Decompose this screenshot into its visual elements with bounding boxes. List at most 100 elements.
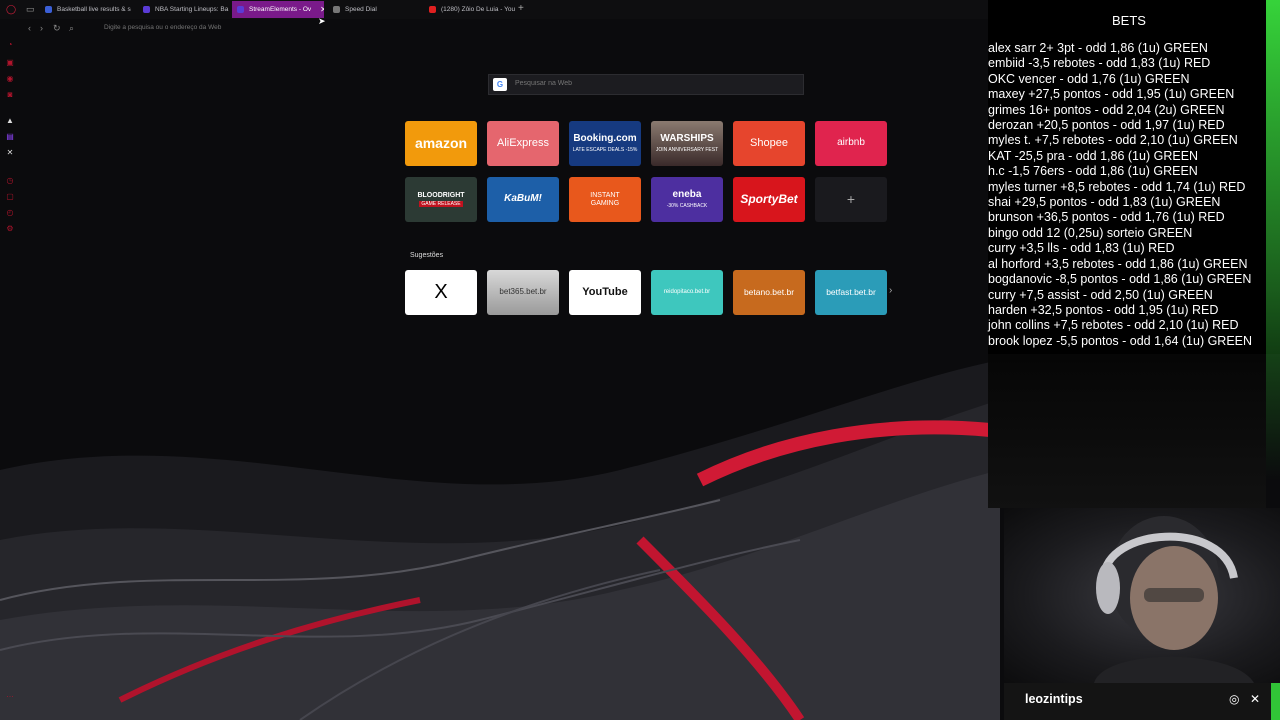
address-input[interactable] xyxy=(102,23,506,32)
plus-icon: + xyxy=(846,191,856,208)
tab-label: Basketball live results & s xyxy=(57,6,131,13)
tile-label: betano.bet.br xyxy=(743,287,795,298)
tab-favicon-icon xyxy=(429,6,436,13)
bet-item: brunson +36,5 pontos - odd 1,76 (1u) RED xyxy=(988,210,1225,225)
bet-item: myles t. +7,5 rebotes - odd 2,10 (1u) GR… xyxy=(988,133,1238,148)
tab-nba-lineups[interactable]: NBA Starting Lineups: Ba xyxy=(138,1,230,18)
speed-dial-booking[interactable]: Booking.com LATE ESCAPE DEALS -15% xyxy=(569,121,641,166)
bet-item: bogdanovic -8,5 pontos - odd 1,86 (1u) G… xyxy=(988,272,1252,287)
speed-dial-betano[interactable]: betano.bet.br xyxy=(733,270,805,315)
address-bar: ‹ › ↻ ⌕ xyxy=(20,21,988,37)
sidebar: ◔ ▣ ◉ ◙ ▲ ▤ ✕ ◷ ▢ ◴ ⚙ … xyxy=(0,30,20,720)
bet-item: bingo odd 12 (0,25u) sorteio GREEN xyxy=(988,225,1193,240)
sidebar-history-icon[interactable]: ◴ xyxy=(5,208,15,218)
bet-item: curry +7,5 assist - odd 2,50 (1u) GREEN xyxy=(988,287,1213,302)
tile-sublabel: LATE ESCAPE DEALS -15% xyxy=(572,146,638,153)
tile-sublabel: JOIN ANNIVERSARY FEST xyxy=(655,146,719,153)
tab-basketball[interactable]: Basketball live results & s xyxy=(40,1,132,18)
overlay-accent-bar xyxy=(1266,0,1280,480)
web-search-box[interactable]: G xyxy=(488,74,804,95)
speed-dial-shopee[interactable]: Shopee xyxy=(733,121,805,166)
search-input[interactable] xyxy=(513,79,797,88)
speed-dial-warships[interactable]: WARSHIPS JOIN ANNIVERSARY FEST xyxy=(651,121,723,166)
streamer-image xyxy=(1094,516,1254,683)
tab-favicon-icon xyxy=(45,6,52,13)
bet-item: maxey +27,5 pontos - odd 1,95 (1u) GREEN xyxy=(988,87,1235,102)
forward-arrow-icon[interactable]: › xyxy=(40,23,43,33)
bet-item: myles turner +8,5 rebotes - odd 1,74 (1u… xyxy=(988,179,1246,194)
speed-dial-x[interactable]: X xyxy=(405,270,477,315)
sidebar-ai-icon[interactable]: ◔ xyxy=(5,40,15,50)
new-tab-plus-icon[interactable]: + xyxy=(518,3,524,14)
bets-panel: BETS alex sarr 2+ 3pt - odd 1,86 (1u) GR… xyxy=(988,0,1280,354)
tab-youtube[interactable]: (1280) Zôio De Luia - You xyxy=(424,1,516,18)
speed-dial-reidopitaco[interactable]: reidopitaco.bet.br xyxy=(651,270,723,315)
reload-icon[interactable]: ↻ xyxy=(53,23,61,34)
speed-dial-bloodright[interactable]: BLOODRIGHT GAME RELEASE xyxy=(405,177,477,222)
tab-label: NBA Starting Lineups: Ba xyxy=(155,6,229,13)
tab-favicon-icon xyxy=(143,6,150,13)
speed-dial-instant-gaming[interactable]: INSTANT GAMING xyxy=(569,177,641,222)
chevron-right-icon[interactable]: › xyxy=(889,285,892,296)
close-icon[interactable]: ✕ xyxy=(320,5,324,14)
speed-dial-bet365[interactable]: bet365.bet.br xyxy=(487,270,559,315)
bet-item: shai +29,5 pontos - odd 1,83 (1u) GREEN xyxy=(988,195,1221,210)
sidebar-more-icon[interactable]: … xyxy=(5,690,15,700)
tile-label: amazon xyxy=(414,135,468,152)
suggestions-label: Sugestões xyxy=(410,252,444,259)
bet-item: alex sarr 2+ 3pt - odd 1,86 (1u) GREEN xyxy=(988,41,1208,55)
streamer-name: leozintips xyxy=(1025,692,1083,706)
bets-title: BETS xyxy=(1112,13,1146,28)
sidebar-settings-icon[interactable]: ⚙ xyxy=(5,224,15,234)
bet-item: derozan +20,5 pontos - odd 1,97 (1u) RED xyxy=(988,118,1225,133)
speed-dial-amazon[interactable]: amazon xyxy=(405,121,477,166)
bet-item: OKC vencer - odd 1,76 (1u) GREEN xyxy=(988,71,1190,86)
tab-streamelements[interactable]: StreamElements - Ov ✕ xyxy=(232,1,324,18)
sidebar-twitch-icon[interactable]: ▤ xyxy=(5,132,15,142)
speed-dial-aliexpress[interactable]: AliExpress xyxy=(487,121,559,166)
x-logo-icon: X xyxy=(434,281,448,303)
sidebar-shopping-icon[interactable]: ▣ xyxy=(5,58,15,68)
tile-label: WARSHIPS xyxy=(660,133,714,145)
speed-dial-eneba[interactable]: eneba -30% CASHBACK xyxy=(651,177,723,222)
speed-dial-airbnb[interactable]: airbnb xyxy=(815,121,887,166)
tab-favicon-icon xyxy=(237,6,244,13)
sidebar-messenger-icon[interactable]: ◉ xyxy=(5,74,15,84)
tab-overview-icon[interactable]: ▭ xyxy=(26,4,35,15)
tile-sublabel: -30% CASHBACK xyxy=(666,202,708,209)
bets-list: alex sarr 2+ 3pt - odd 1,86 (1u) GREEN e… xyxy=(988,41,1252,349)
x-icon: ✕ xyxy=(1250,692,1261,706)
speed-dial-sportybet[interactable]: SportyBet xyxy=(733,177,805,222)
tab-label: (1280) Zôio De Luia - You xyxy=(441,6,516,13)
sidebar-x-icon[interactable]: ✕ xyxy=(5,148,15,158)
speed-dial-betfast[interactable]: betfast.bet.br xyxy=(815,270,887,315)
tile-label: bet365.bet.br xyxy=(499,287,547,297)
bet-item: al horford +3,5 rebotes - odd 1,86 (1u) … xyxy=(988,256,1248,271)
tile-label: KaBuM! xyxy=(504,193,542,205)
bet-item: grimes 16+ pontos - odd 2,04 (2u) GREEN xyxy=(988,102,1225,117)
bet-item: brook lopez -5,5 pontos - odd 1,64 (1u) … xyxy=(988,333,1253,348)
tile-label: reidopitaco.bet.br xyxy=(663,289,711,296)
tile-label: airbnb xyxy=(837,137,865,149)
bet-item: KAT -25,5 pra - odd 1,86 (1u) GREEN xyxy=(988,148,1199,163)
bet-item: embiid -3,5 rebotes - odd 1,83 (1u) RED xyxy=(988,56,1211,71)
bet-item: harden +32,5 pontos - odd 1,95 (1u) RED xyxy=(988,302,1219,317)
opera-logo-icon[interactable]: ◯ xyxy=(6,4,16,15)
tile-label: SportyBet xyxy=(740,192,798,207)
sidebar-discord-icon[interactable]: ▲ xyxy=(5,116,15,126)
add-speed-dial-button[interactable]: + xyxy=(815,177,887,222)
tile-label: Booking.com xyxy=(573,133,637,145)
sidebar-cube-icon[interactable]: ▢ xyxy=(5,192,15,202)
back-arrow-icon[interactable]: ‹ xyxy=(28,23,31,33)
sidebar-whatsapp-icon[interactable]: ◙ xyxy=(5,90,15,100)
overlay-background xyxy=(988,354,1266,508)
speed-dial-youtube[interactable]: YouTube xyxy=(569,270,641,315)
tile-label: betfast.bet.br xyxy=(826,287,876,298)
bet-item: curry +3,5 lls - odd 1,83 (1u) RED xyxy=(988,241,1175,256)
speed-dial-kabum[interactable]: KaBuM! xyxy=(487,177,559,222)
sidebar-clock-icon[interactable]: ◷ xyxy=(5,176,15,186)
google-icon: G xyxy=(493,78,507,91)
tile-label: eneba xyxy=(672,189,702,201)
tab-favicon-icon xyxy=(333,6,340,13)
tab-speed-dial[interactable]: Speed Dial xyxy=(328,1,420,18)
